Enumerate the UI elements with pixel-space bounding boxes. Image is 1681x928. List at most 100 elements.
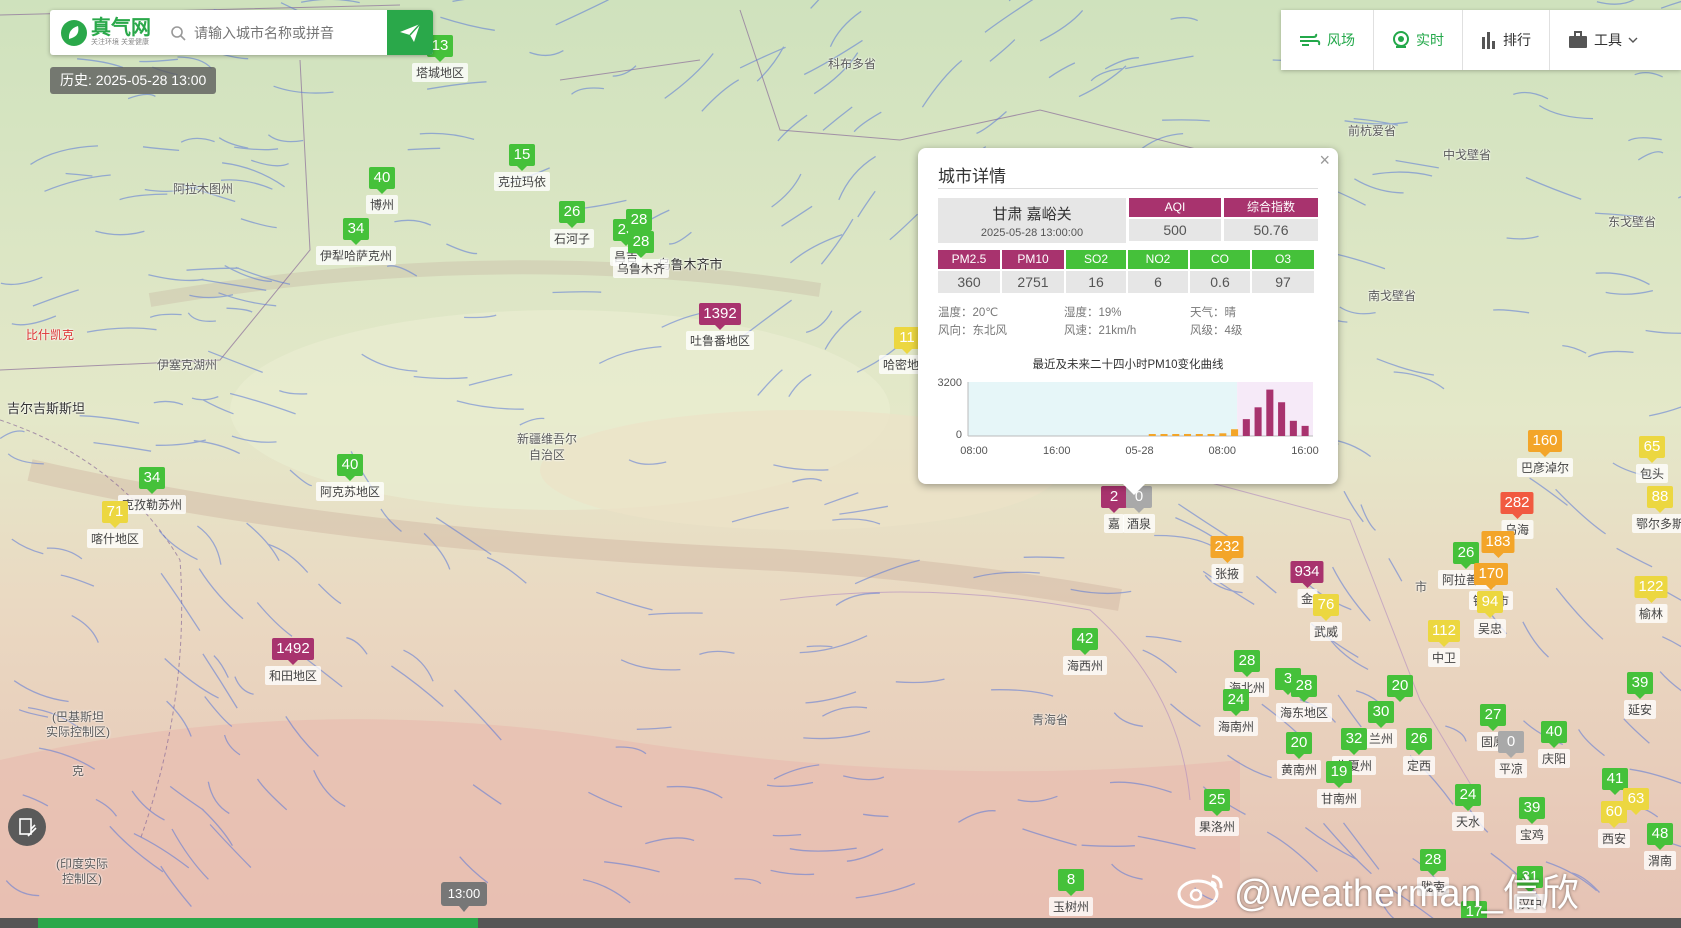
meteo-info: 温度：20℃ 湿度：19% 天气：晴 风向：东北风 风速：21km/h 风级：4…: [938, 304, 1318, 340]
watermark-text: @weatherman_信欣: [1234, 873, 1579, 915]
popup-time: 2025-05-28 13:00:00: [980, 227, 1084, 239]
aqi-marker[interactable]: 26 定西: [1402, 728, 1436, 775]
aqi-marker-value: 232: [1210, 536, 1244, 563]
aqi-marker-value: 26: [1405, 728, 1432, 755]
aqi-marker[interactable]: 40 阿克苏地区: [315, 454, 385, 501]
search-button[interactable]: [387, 10, 433, 55]
timeline-bar[interactable]: [0, 918, 1681, 928]
wind-speed-text: 风速：21km/h: [1064, 325, 1137, 337]
place-label: 控制区): [62, 872, 102, 886]
aqi-marker[interactable]: 28 海东地区: [1275, 675, 1333, 722]
pollutant-label: PM10: [1002, 250, 1064, 269]
aqi-marker[interactable]: 28: [626, 209, 652, 236]
pollutant-cell: O3 97: [1252, 250, 1314, 293]
aqi-marker[interactable]: 28 乌鲁木齐: [612, 231, 670, 278]
aqi-marker[interactable]: 26 石河子: [549, 201, 595, 248]
popup-close-icon[interactable]: ×: [1319, 150, 1330, 171]
aqi-marker[interactable]: 15 克拉玛依: [493, 144, 551, 191]
aqi-marker[interactable]: 39 宝鸡: [1515, 797, 1549, 844]
map[interactable]: 科布多省 前杭爱省 中戈壁省 东戈壁省 南戈壁省 阿拉木图州 比什凯克 伊塞克湖州 吉尔吉斯斯坦…: [0, 0, 1681, 928]
paper-plane-icon: [400, 23, 421, 42]
city-search-input[interactable]: [192, 16, 387, 49]
pollutant-label: NO2: [1128, 250, 1188, 269]
aqi-marker[interactable]: 24 海南州: [1213, 689, 1259, 736]
logo-subtitle: 关注环境 关爱健康: [91, 39, 149, 46]
aqi-marker-value: 60: [1600, 801, 1627, 828]
weather-text: 天气：晴: [1190, 307, 1236, 319]
place-label: 吉尔吉斯斯坦: [6, 401, 86, 416]
aqi-marker[interactable]: 20 黄南州: [1276, 732, 1322, 779]
aqi-marker-city-name: 博州: [365, 195, 399, 214]
aqi-marker[interactable]: 88 鄂尔多斯: [1631, 486, 1681, 533]
aqi-marker[interactable]: 8 玉树州: [1048, 869, 1094, 916]
tool-ranking-button[interactable]: 排行: [1463, 10, 1550, 70]
aqi-marker-value: 48: [1646, 823, 1673, 850]
aqi-marker-value: 24: [1454, 784, 1481, 811]
tool-wind-button[interactable]: 风场: [1281, 10, 1374, 70]
aqi-marker[interactable]: 40 庆阳: [1537, 721, 1571, 768]
aqi-marker[interactable]: 1392 吐鲁番地区: [685, 303, 755, 350]
place-label: 中戈壁省: [1442, 148, 1492, 162]
aqi-marker[interactable]: 19 甘南州: [1316, 761, 1362, 808]
popup-city-name: 甘肃 嘉峪关: [992, 206, 1072, 223]
aqi-marker[interactable]: 76 武威: [1309, 594, 1343, 641]
humidity-text: 湿度：19%: [1064, 307, 1122, 319]
logo-title: 真气网: [91, 17, 151, 39]
aqi-marker[interactable]: 39 延安: [1623, 672, 1657, 719]
wind-level-text: 风级：4级: [1190, 325, 1243, 337]
aqi-marker[interactable]: 60 西安: [1597, 801, 1631, 848]
map-tool-button[interactable]: [8, 808, 46, 846]
aqi-marker[interactable]: 48 渭南: [1643, 823, 1677, 870]
tool-tools-dropdown[interactable]: 工具: [1550, 10, 1656, 70]
aqi-value: 500: [1129, 219, 1221, 241]
aqi-marker[interactable]: 24 天水: [1451, 784, 1485, 831]
chart-bar: [1148, 434, 1156, 436]
aqi-marker-value: 28: [627, 231, 654, 258]
place-label: 市: [1414, 580, 1428, 594]
chevron-down-icon: [1628, 37, 1638, 43]
ranking-icon: [1482, 32, 1495, 49]
aqi-marker-city-name: 平凉: [1494, 759, 1528, 778]
aqi-marker-value: 1392: [699, 303, 741, 330]
aqi-marker[interactable]: 122 榆林: [1634, 576, 1668, 623]
aqi-marker-city-name: 渭南: [1643, 851, 1677, 870]
aqi-label: AQI: [1129, 198, 1221, 217]
aqi-marker[interactable]: 94 吴忠: [1473, 591, 1507, 638]
aqi-marker[interactable]: 112 中卫: [1427, 620, 1461, 667]
aqi-marker[interactable]: 34 伊犁哈萨克州: [315, 218, 397, 265]
aqi-marker[interactable]: 71 喀什地区: [86, 501, 144, 548]
aqi-marker[interactable]: 20: [1387, 675, 1413, 702]
aqi-marker[interactable]: 232 张掖: [1210, 536, 1244, 583]
chart-bar: [1289, 420, 1297, 436]
chart-bar: [1207, 434, 1215, 436]
chart-bar: [1254, 407, 1262, 436]
aqi-marker-city-name: 鄂尔多斯: [1631, 514, 1681, 533]
aqi-marker[interactable]: 1492 和田地区: [264, 638, 322, 685]
chart-bar: [1160, 434, 1168, 436]
aqi-marker-city-name: 嘉: [1103, 514, 1124, 533]
timeline-current-time[interactable]: 13:00: [441, 882, 487, 912]
chart-x-tick: 05-28: [1125, 445, 1153, 457]
aqi-marker[interactable]: 41: [1602, 768, 1628, 795]
pollutant-cell: SO2 16: [1066, 250, 1126, 293]
tool-ranking-label: 排行: [1503, 32, 1531, 48]
weibo-watermark: @weatherman_信欣: [1176, 862, 1579, 917]
aqi-marker[interactable]: 25 果洛州: [1194, 789, 1240, 836]
aqi-marker[interactable]: 160 巴彦淖尔: [1516, 430, 1574, 477]
pollutant-label: PM2.5: [938, 250, 1000, 269]
popup-divider: [938, 188, 1318, 189]
tool-realtime-label: 实时: [1416, 32, 1444, 48]
aqi-marker-value: 39: [1518, 797, 1545, 824]
aqi-marker-city-name: 甘南州: [1316, 789, 1362, 808]
site-logo[interactable]: 真气网 关注环境 关爱健康: [60, 18, 170, 47]
aqi-marker[interactable]: 65 包头: [1635, 436, 1669, 483]
tool-realtime-button[interactable]: 实时: [1374, 10, 1463, 70]
aqi-marker-value: 39: [1626, 672, 1653, 699]
aqi-marker-city-name: 克拉玛依: [493, 172, 551, 191]
toolbox-icon: [1569, 31, 1587, 48]
aqi-marker[interactable]: 42 海西州: [1062, 628, 1108, 675]
aqi-marker-city-name: 果洛州: [1194, 817, 1240, 836]
weibo-logo-icon: [1177, 874, 1223, 908]
aqi-marker[interactable]: 40 博州: [365, 167, 399, 214]
aqi-marker[interactable]: 0 平凉: [1494, 731, 1528, 778]
